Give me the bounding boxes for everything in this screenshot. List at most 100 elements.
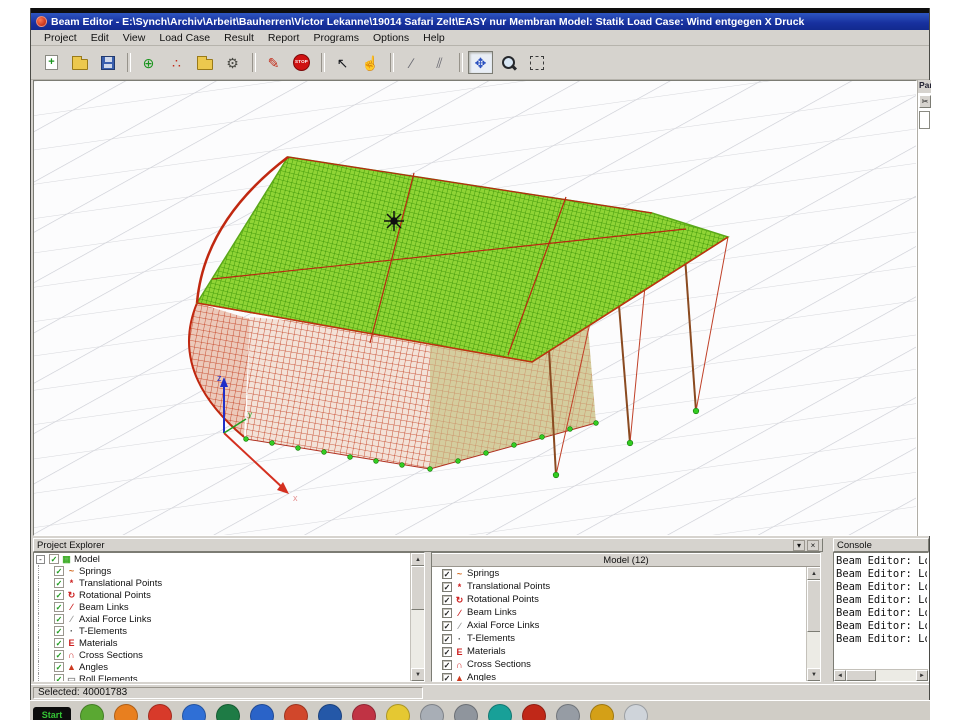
- scroll-up-icon[interactable]: ▲: [411, 553, 425, 566]
- console-header[interactable]: Console: [833, 538, 929, 552]
- scrollbar-thumb[interactable]: [846, 670, 876, 681]
- vertical-scrollbar[interactable]: ▲ ▼: [806, 567, 820, 681]
- tree-item[interactable]: ✓ ~ Springs: [34, 565, 424, 577]
- checkbox-icon[interactable]: ✓: [442, 582, 452, 592]
- menu-item[interactable]: Options: [366, 31, 416, 45]
- list-item[interactable]: ✓ ~ Springs: [432, 567, 820, 580]
- select-cursor-icon[interactable]: ↖: [330, 51, 355, 74]
- horizontal-scrollbar[interactable]: ◄ ►: [834, 669, 928, 681]
- taskbar-app-icon[interactable]: [284, 704, 308, 720]
- checkbox-icon[interactable]: ✓: [54, 650, 64, 660]
- scissors-icon[interactable]: ✂: [919, 95, 931, 108]
- checkbox-icon[interactable]: ✓: [442, 621, 452, 631]
- checkbox-icon[interactable]: ✓: [442, 647, 452, 657]
- save-icon[interactable]: [95, 51, 120, 74]
- collapse-icon[interactable]: -: [36, 555, 45, 564]
- checkbox-icon[interactable]: ✓: [442, 673, 452, 683]
- taskbar-app-icon[interactable]: [80, 704, 104, 720]
- close-icon[interactable]: ×: [807, 540, 819, 551]
- draw-pen-icon[interactable]: ✎: [261, 51, 286, 74]
- tree-root-row[interactable]: - ✓ ▦ Model: [34, 553, 424, 565]
- taskbar-app-icon[interactable]: [148, 704, 172, 720]
- scroll-left-icon[interactable]: ◄: [834, 670, 846, 681]
- taskbar-app-icon[interactable]: [488, 704, 512, 720]
- list-item[interactable]: ✓ ∕ Axial Force Links: [432, 619, 820, 632]
- checkbox-icon[interactable]: ✓: [54, 566, 64, 576]
- list-item[interactable]: ✓ ↻ Rotational Points: [432, 593, 820, 606]
- menu-item[interactable]: Report: [261, 31, 307, 45]
- tree-item[interactable]: ✓ · T-Elements: [34, 625, 424, 637]
- menu-item[interactable]: Project: [37, 31, 84, 45]
- tree-item[interactable]: ✓ ∕ Axial Force Links: [34, 613, 424, 625]
- menu-item[interactable]: Result: [217, 31, 261, 45]
- panel-splitter[interactable]: [823, 552, 833, 682]
- checkbox-icon[interactable]: ✓: [442, 634, 452, 644]
- scroll-down-icon[interactable]: ▼: [807, 668, 821, 681]
- start-button[interactable]: Start: [33, 707, 71, 720]
- taskbar-app-icon[interactable]: [250, 704, 274, 720]
- taskbar-app-icon[interactable]: [182, 704, 206, 720]
- checkbox-icon[interactable]: ✓: [54, 674, 64, 682]
- tree-item[interactable]: ✓ * Translational Points: [34, 577, 424, 589]
- list-item[interactable]: ✓ * Translational Points: [432, 580, 820, 593]
- tree-item[interactable]: ✓ ↻ Rotational Points: [34, 589, 424, 601]
- list-item[interactable]: ✓ ▲ Angles: [432, 671, 820, 682]
- taskbar-app-icon[interactable]: [420, 704, 444, 720]
- tree-item[interactable]: ✓ ▲ Angles: [34, 661, 424, 673]
- checkbox-icon[interactable]: ✓: [442, 569, 452, 579]
- scroll-right-icon[interactable]: ►: [916, 670, 928, 681]
- taskbar-app-icon[interactable]: [522, 704, 546, 720]
- pan-tool-icon[interactable]: ✥: [468, 51, 493, 74]
- scrollbar-thumb[interactable]: [411, 566, 425, 610]
- open-folder-icon[interactable]: [67, 51, 92, 74]
- tree-item[interactable]: ✓ ∩ Cross Sections: [34, 649, 424, 661]
- new-file-icon[interactable]: +: [39, 51, 64, 74]
- taskbar-app-icon[interactable]: [624, 704, 648, 720]
- settings-gear-icon[interactable]: ⚙: [220, 51, 245, 74]
- model-viewport[interactable]: z x y: [33, 80, 917, 536]
- scroll-down-icon[interactable]: ▼: [411, 668, 425, 681]
- tree-item[interactable]: ✓ ▭ Roll Elements: [34, 673, 424, 682]
- polyline-draw-icon[interactable]: ⫽: [427, 51, 452, 74]
- titlebar[interactable]: Beam Editor - E:\Synch\Archiv\Arbeit\Bau…: [31, 13, 929, 30]
- taskbar-app-icon[interactable]: [318, 704, 342, 720]
- checkbox-icon[interactable]: ✓: [54, 662, 64, 672]
- scrollbar-thumb[interactable]: [807, 580, 821, 632]
- checkbox-icon[interactable]: ✓: [54, 590, 64, 600]
- list-item[interactable]: ✓ E Materials: [432, 645, 820, 658]
- import-model-icon[interactable]: ⊕: [136, 51, 161, 74]
- taskbar-app-icon[interactable]: [114, 704, 138, 720]
- checkbox-icon[interactable]: ✓: [54, 626, 64, 636]
- checkbox-icon[interactable]: ✓: [442, 660, 452, 670]
- node-pair-icon[interactable]: ∴: [164, 51, 189, 74]
- taskbar-app-icon[interactable]: [352, 704, 376, 720]
- line-draw-icon[interactable]: ∕: [399, 51, 424, 74]
- tree-item[interactable]: ✓ E Materials: [34, 637, 424, 649]
- menu-item[interactable]: Edit: [84, 31, 116, 45]
- project-explorer-header[interactable]: Project Explorer ▾ ×: [33, 538, 823, 552]
- list-item[interactable]: ✓ · T-Elements: [432, 632, 820, 645]
- checkbox-icon[interactable]: ✓: [54, 578, 64, 588]
- taskbar-app-icon[interactable]: [386, 704, 410, 720]
- menu-item[interactable]: Programs: [306, 31, 366, 45]
- chevron-down-icon[interactable]: ▾: [793, 540, 805, 551]
- stop-icon[interactable]: STOP: [289, 51, 314, 74]
- taskbar-app-icon[interactable]: [590, 704, 614, 720]
- taskbar-app-icon[interactable]: [556, 704, 580, 720]
- checkbox-icon[interactable]: ✓: [442, 608, 452, 618]
- tree-item[interactable]: ✓ ∕ Beam Links: [34, 601, 424, 613]
- zoom-icon[interactable]: [496, 51, 521, 74]
- menu-item[interactable]: Help: [416, 31, 452, 45]
- checkbox-icon[interactable]: ✓: [54, 638, 64, 648]
- checkbox-icon[interactable]: ✓: [54, 614, 64, 624]
- export-folder-icon[interactable]: [192, 51, 217, 74]
- checkbox-icon[interactable]: ✓: [54, 602, 64, 612]
- zoom-extents-icon[interactable]: [524, 51, 549, 74]
- checkbox-icon[interactable]: ✓: [49, 554, 59, 564]
- scroll-up-icon[interactable]: ▲: [807, 567, 821, 580]
- taskbar-app-icon[interactable]: [216, 704, 240, 720]
- list-item[interactable]: ✓ ∕ Beam Links: [432, 606, 820, 619]
- model-list-header[interactable]: Model (12): [432, 553, 820, 567]
- checkbox-icon[interactable]: ✓: [442, 595, 452, 605]
- menu-item[interactable]: Load Case: [152, 31, 217, 45]
